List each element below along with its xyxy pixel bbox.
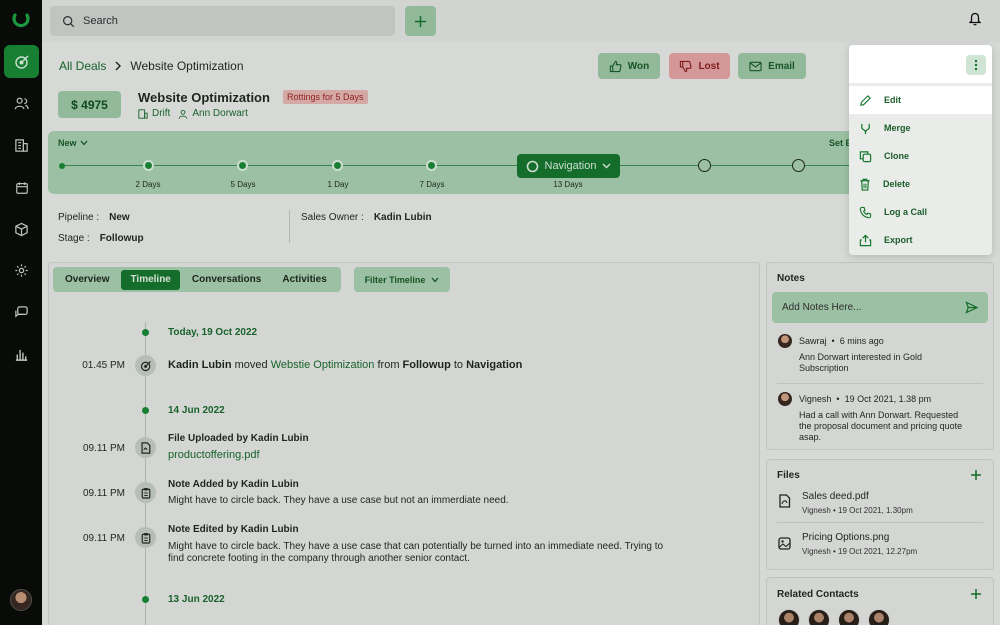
menu-item-label: Merge (884, 123, 911, 133)
menu-item-delete[interactable]: Delete (849, 170, 992, 198)
menu-item-merge[interactable]: Merge (849, 114, 992, 142)
menu-item-label: Clone (884, 151, 910, 161)
menu-item-label: Log a Call (884, 207, 928, 217)
menu-item-export[interactable]: Export (849, 226, 992, 254)
trash-icon (860, 178, 870, 191)
menu-item-log-call[interactable]: Log a Call (849, 198, 992, 226)
pencil-icon (860, 94, 871, 106)
kebab-icon (974, 59, 978, 71)
export-icon (859, 234, 872, 246)
phone-icon (859, 206, 872, 218)
menu-item-label: Delete (883, 179, 911, 189)
menu-item-label: Edit (884, 95, 901, 105)
copy-icon (859, 150, 872, 162)
menu-item-clone[interactable]: Clone (849, 142, 992, 170)
more-options-button[interactable] (966, 55, 986, 75)
merge-icon (861, 123, 870, 134)
menu-item-edit[interactable]: Edit (849, 86, 992, 114)
menu-item-label: Export (884, 235, 913, 245)
